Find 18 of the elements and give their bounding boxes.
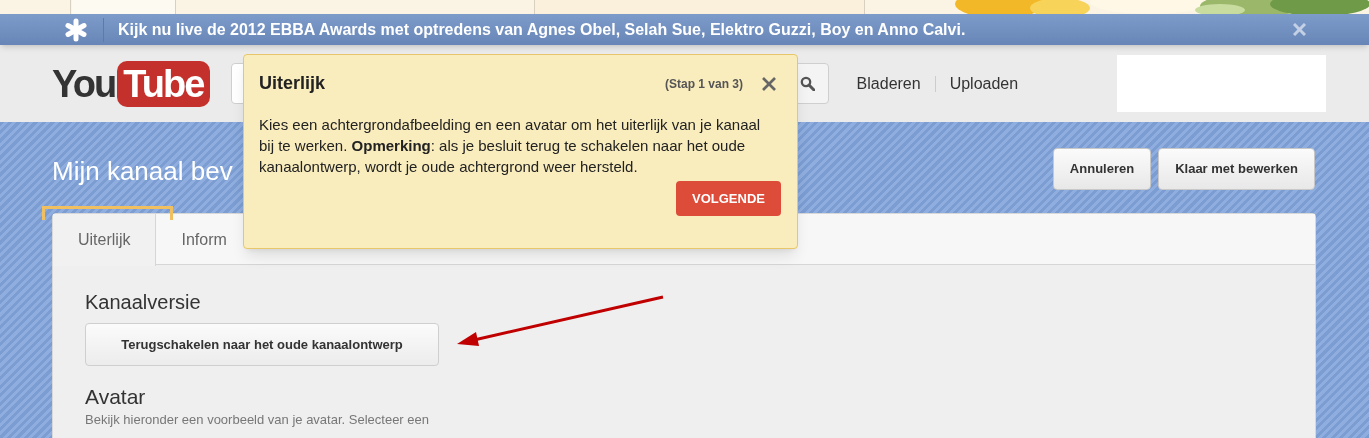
section-heading: Kanaalversie xyxy=(85,290,201,315)
section-heading: Avatar xyxy=(85,384,146,410)
tab[interactable]: Inform xyxy=(156,214,387,265)
step-indicator: (Stap 1 van 3) xyxy=(664,75,743,93)
page-title: Mijn kanaal bev xyxy=(52,155,233,188)
done-button[interactable]: Klaar met bewerken xyxy=(1158,148,1315,190)
asterisk-icon xyxy=(64,17,88,42)
description-text: Bekijk hieronder een voorbeeld van je avatar. Selecteer een xyxy=(85,412,430,428)
nav-link[interactable]: Bladeren xyxy=(856,71,921,96)
cancel-button[interactable]: Annuleren xyxy=(1052,148,1152,190)
search-icon xyxy=(800,76,816,91)
nav-link[interactable]: Uploaden xyxy=(949,71,1019,96)
revert-button[interactable]: Terugschakelen naar het oude kanaalontwerp xyxy=(85,323,439,366)
popover-title: Uiterlijk xyxy=(259,72,326,95)
close-icon[interactable] xyxy=(762,76,776,91)
popover-body: Kies een achtergrondafbeelding en een avatar om het uiterlijk van je kanaal bij te werken. Opmerking: als je besluit terug te schakelen naar het oude kanaalontwerp, wordt je oude achtergrond weer hersteld. xyxy=(259,115,762,177)
tab[interactable]: Uiterlijk xyxy=(53,214,157,266)
next-button[interactable]: VOLGENDE xyxy=(676,181,781,216)
